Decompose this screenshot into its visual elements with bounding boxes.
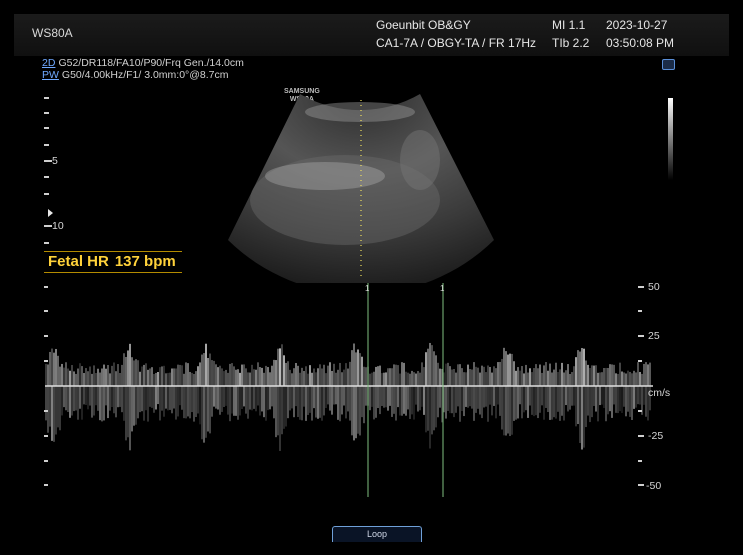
loop-button[interactable]: Loop	[332, 526, 422, 542]
depth-scale	[44, 97, 52, 244]
fetal-hr-readout: Fetal HR 137 bpm	[44, 251, 182, 273]
fetal-spine-echo	[265, 162, 385, 190]
velocity-label-50: 50	[648, 281, 660, 293]
anterior-wall-echo	[305, 102, 415, 122]
caliper-label-1: 1	[365, 284, 370, 293]
depth-label-10: 10	[52, 220, 64, 232]
velocity-label-neg25: -25	[648, 430, 664, 442]
imaging-canvas	[44, 94, 653, 497]
focus-marker-icon[interactable]	[48, 209, 53, 217]
ultrasound-screen: WS80A Goeunbit OB&GY CA1-7A / OBGY-TA / …	[0, 0, 743, 555]
velocity-unit: cm/s	[648, 387, 671, 399]
fetal-hr-value: 137 bpm	[114, 253, 176, 270]
caliper-label-2: 1	[440, 284, 445, 293]
depth-label-5: 5	[52, 155, 58, 167]
fetal-hr-label: Fetal HR	[48, 253, 109, 270]
limb-echo	[400, 130, 440, 190]
velocity-label-neg50: -50	[646, 480, 662, 492]
velocity-label-25: 25	[648, 330, 660, 342]
